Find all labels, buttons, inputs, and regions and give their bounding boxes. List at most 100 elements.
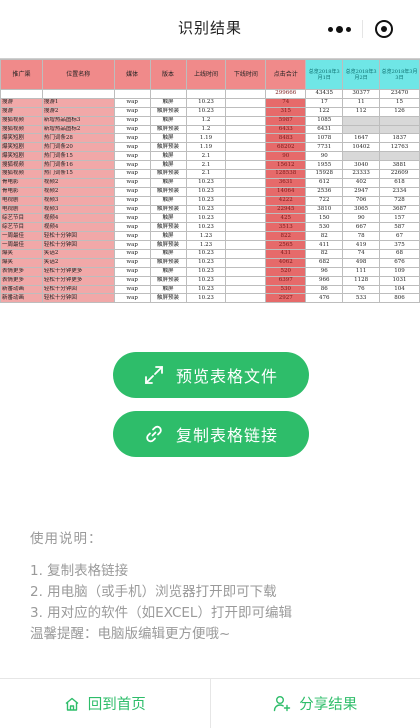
table-cell: 68 <box>379 249 420 259</box>
more-icon[interactable] <box>318 14 362 44</box>
copy-table-link-button[interactable]: 复制表格链接 <box>113 411 309 457</box>
table-cell: 表情更多 <box>0 266 43 277</box>
table-cell: 视频2 <box>41 177 115 188</box>
table-cell: 新增热品图标2 <box>41 124 115 135</box>
instruction-step-1: 1. 复制表格链接 <box>30 563 129 579</box>
table-cell: 10.23 <box>185 186 227 197</box>
table-cell: 一周最佳 <box>0 231 43 242</box>
table-cell: 触屏预装 <box>149 124 187 135</box>
share-result-tab[interactable]: 分享结果 <box>211 679 420 728</box>
table-cell: 2334 <box>379 186 420 197</box>
table-cell: 6397 <box>265 275 307 286</box>
table-cell: 1.2 <box>185 124 227 135</box>
close-miniprogram-icon[interactable] <box>362 14 406 44</box>
back-home-tab[interactable]: 回到首页 <box>0 679 210 728</box>
table-cell: 1.2 <box>185 115 227 126</box>
table-cell: 8483 <box>265 133 307 144</box>
table-cell <box>379 124 420 135</box>
table-cell: 74 <box>342 249 381 259</box>
table-cell: 触屏 <box>149 284 187 295</box>
table-cell: 498 <box>342 257 381 268</box>
table-cell: 1837 <box>379 133 420 144</box>
table-row: 爆笑 笑话2 wap 触屏预装 10.23 4062 682 498 676 <box>0 257 420 268</box>
table-summary-cell: 299666 <box>265 89 307 99</box>
bottom-tab-bar: 回到首页 分享结果 <box>0 678 420 728</box>
instruction-step-3: 3. 用对应的软件（如EXCEL）打开即可编辑 <box>30 605 292 621</box>
table-cell: 10.23 <box>185 97 227 108</box>
table-cell: 82 <box>305 249 344 259</box>
navigation-bar: 识别结果 <box>0 0 420 56</box>
table-cell: 10.23 <box>185 266 227 277</box>
table-row: 新番动画 轻松十分钟回 wap 触屏 10.23 530 86 76 104 <box>0 284 420 295</box>
table-summary-cell <box>0 89 43 99</box>
table-cell: 爆笑 <box>0 249 43 259</box>
home-icon <box>65 697 79 711</box>
instruction-step-2: 2. 用电脑（或手机）浏览器打开即可下载 <box>30 584 277 600</box>
table-cell: wap <box>113 151 151 162</box>
table-cell <box>225 169 267 179</box>
table-cell: 402 <box>342 177 381 188</box>
table-cell: 411 <box>305 240 344 251</box>
back-home-label: 回到首页 <box>87 697 146 713</box>
table-row: 搜狐视频 热门词条15 wap 触屏预装 2.1 128538 15928 23333 2260… <box>0 169 420 179</box>
table-cell: 触屏预装 <box>149 204 187 215</box>
table-cell <box>342 124 381 135</box>
table-cell: wap <box>113 266 151 277</box>
menu-capsule <box>318 14 406 44</box>
table-cell: 10.23 <box>185 195 227 206</box>
table-cell: 新番动画 <box>0 293 43 304</box>
table-cell: 1128 <box>342 275 381 286</box>
table-header-cell: 下线时间 <box>225 59 267 90</box>
table-cell: wap <box>113 169 151 179</box>
table-cell: 2536 <box>305 186 344 197</box>
table-cell <box>225 293 267 304</box>
table-cell <box>225 204 267 215</box>
table-cell: 10.23 <box>185 204 227 215</box>
table-cell: 新番动画 <box>0 284 43 295</box>
table-header-cell: 上线时间 <box>185 59 227 90</box>
table-row: 一周最佳 轻松十分钟回 wap 触屏 1.23 822 82 78 67 <box>0 231 420 242</box>
table-cell: wap <box>113 160 151 171</box>
table-cell: wap <box>113 275 151 286</box>
table-row: 综艺节目 视频4 wap 触屏预装 10.23 3513 530 667 587 <box>0 222 420 233</box>
preview-table-label: 预览表格文件 <box>175 367 278 386</box>
table-cell <box>379 151 420 162</box>
table-cell: 10402 <box>342 142 381 153</box>
table-cell: wap <box>113 249 151 259</box>
table-cell: wap <box>113 106 151 117</box>
table-cell: wap <box>113 195 151 206</box>
table-row: 一周最佳 轻松十分钟回 wap 触屏预装 1.23 2565 411 419 375 <box>0 240 420 251</box>
table-cell: 热门词条15 <box>41 151 115 162</box>
table-row: 搜游 搜游2 wap 触屏预装 10.23 315 122 112 126 <box>0 106 420 117</box>
table-cell: 520 <box>265 266 307 277</box>
preview-table-button[interactable]: 预览表格文件 <box>113 352 309 398</box>
add-user-icon <box>274 696 291 712</box>
table-cell: 2565 <box>265 240 307 251</box>
table-cell: 150 <box>305 213 344 224</box>
table-header-row: 推广渠 位置名称 媒体 版本 上线时间 下线时间 点击合计 总览2018年3月1日 总览2018… <box>0 59 420 90</box>
table-cell: 搜狐视频 <box>0 169 43 179</box>
table-cell: 触屏 <box>149 115 187 126</box>
table-cell: 触屏预装 <box>149 106 187 117</box>
table-cell: wap <box>113 142 151 153</box>
table-cell: 骨电影 <box>0 186 43 197</box>
table-row: 骨电影 视频2 wap 触屏 10.23 3631 612 402 618 <box>0 177 420 188</box>
table-cell: 74 <box>265 97 307 108</box>
table-cell: 搜狐视频 <box>0 124 43 135</box>
table-summary-cell: 23470 <box>379 89 420 99</box>
table-cell: 3881 <box>379 160 420 171</box>
table-header-cell: 总览2018年3月2日 <box>342 59 381 90</box>
table-cell: 电视剧 <box>0 204 43 215</box>
table-cell: 1.23 <box>185 240 227 251</box>
table-cell: 6433 <box>265 124 307 135</box>
table-summary-cell <box>41 89 115 99</box>
table-preview[interactable]: 推广渠 位置名称 媒体 版本 上线时间 下线时间 点击合计 总览2018年3月1日 总览2018… <box>0 58 420 316</box>
table-cell: 1.23 <box>185 231 227 242</box>
table-cell: 热门词条15 <box>41 169 115 179</box>
table-cell: 2947 <box>342 186 381 197</box>
table-cell: 1085 <box>305 115 344 126</box>
table-cell <box>225 284 267 295</box>
expand-icon <box>145 366 163 384</box>
table-cell: 触屏 <box>149 160 187 171</box>
table-row: 搜狐视频 新增热品图标3 wap 触屏 1.2 5987 1085 <box>0 115 420 126</box>
